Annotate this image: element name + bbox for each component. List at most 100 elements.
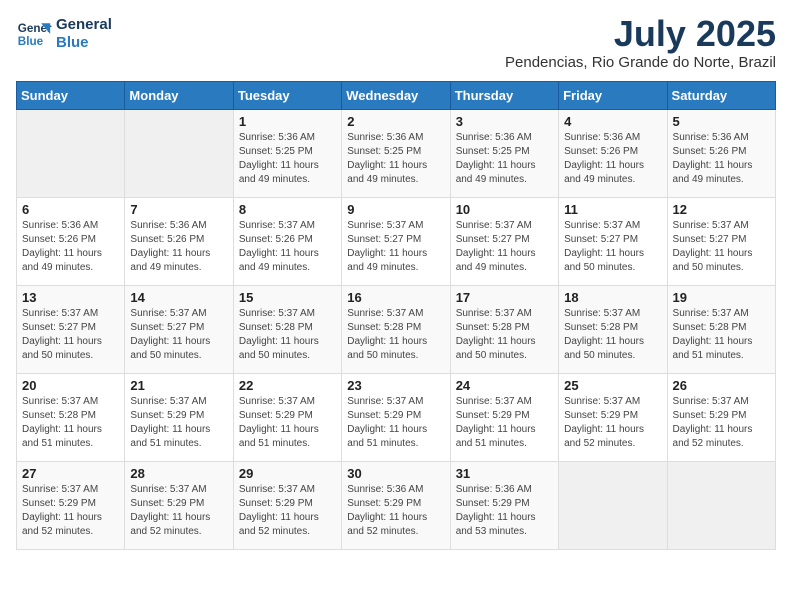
calendar-cell: 13Sunrise: 5:37 AM Sunset: 5:27 PM Dayli… bbox=[17, 286, 125, 374]
day-number: 29 bbox=[239, 466, 336, 481]
logo-text-blue: Blue bbox=[56, 34, 112, 52]
day-number: 27 bbox=[22, 466, 119, 481]
weekday-header-friday: Friday bbox=[559, 82, 667, 110]
day-number: 2 bbox=[347, 114, 444, 129]
calendar-cell: 5Sunrise: 5:36 AM Sunset: 5:26 PM Daylig… bbox=[667, 110, 775, 198]
day-info: Sunrise: 5:36 AM Sunset: 5:26 PM Dayligh… bbox=[130, 219, 227, 275]
weekday-header-tuesday: Tuesday bbox=[233, 82, 341, 110]
calendar-cell: 28 Sunrise: 5:37 AM Sunset: 5:29 PM Dayli… bbox=[125, 462, 233, 550]
calendar-cell: 30Sunrise: 5:36 AM Sunset: 5:29 PM Dayli… bbox=[342, 462, 450, 550]
calendar-cell: 12Sunrise: 5:37 AM Sunset: 5:27 PM Dayli… bbox=[667, 198, 775, 286]
day-info: Sunrise: 5:37 AM Sunset: 5:27 PM Dayligh… bbox=[130, 307, 227, 363]
day-number: 19 bbox=[673, 290, 770, 305]
day-info: Sunrise: 5:37 AM Sunset: 5:28 PM Dayligh… bbox=[564, 307, 661, 363]
day-info: Sunrise: 5:37 AM Sunset: 5:29 PM Dayligh… bbox=[130, 395, 227, 451]
svg-text:Blue: Blue bbox=[18, 35, 44, 48]
calendar-cell: 7 Sunrise: 5:36 AM Sunset: 5:26 PM Daylig… bbox=[125, 198, 233, 286]
calendar-cell: 23 Sunrise: 5:37 AM Sunset: 5:29 PM Dayli… bbox=[342, 374, 450, 462]
day-info: Sunrise: 5:37 AM Sunset: 5:29 PM Dayligh… bbox=[130, 483, 227, 539]
calendar-cell bbox=[125, 110, 233, 198]
title-block: July 2025 Pendencias, Rio Grande do Nort… bbox=[505, 16, 776, 71]
day-info: Sunrise: 5:36 AM Sunset: 5:25 PM Dayligh… bbox=[347, 131, 444, 187]
day-info: Sunrise: 5:36 AM Sunset: 5:26 PM Dayligh… bbox=[22, 219, 119, 275]
calendar-cell: 3 Sunrise: 5:36 AM Sunset: 5:25 PM Daylig… bbox=[450, 110, 558, 198]
day-number: 20 bbox=[22, 378, 119, 393]
calendar-cell: 1 Sunrise: 5:36 AM Sunset: 5:25 PM Daylig… bbox=[233, 110, 341, 198]
weekday-header-wednesday: Wednesday bbox=[342, 82, 450, 110]
calendar-cell: 17Sunrise: 5:37 AM Sunset: 5:28 PM Dayli… bbox=[450, 286, 558, 374]
day-info: Sunrise: 5:37 AM Sunset: 5:28 PM Dayligh… bbox=[239, 307, 336, 363]
location-subtitle: Pendencias, Rio Grande do Norte, Brazil bbox=[505, 54, 776, 71]
weekday-header-saturday: Saturday bbox=[667, 82, 775, 110]
calendar-cell: 20 Sunrise: 5:37 AM Sunset: 5:28 PM Dayli… bbox=[17, 374, 125, 462]
day-info: Sunrise: 5:37 AM Sunset: 5:29 PM Dayligh… bbox=[347, 395, 444, 451]
day-number: 12 bbox=[673, 202, 770, 217]
day-number: 9 bbox=[347, 202, 444, 217]
day-number: 5 bbox=[673, 114, 770, 129]
page-header: General Blue General Blue July 2025 Pend… bbox=[16, 16, 776, 71]
calendar-cell: 25Sunrise: 5:37 AM Sunset: 5:29 PM Dayli… bbox=[559, 374, 667, 462]
day-number: 7 bbox=[130, 202, 227, 217]
day-info: Sunrise: 5:37 AM Sunset: 5:29 PM Dayligh… bbox=[456, 395, 553, 451]
weekday-header-monday: Monday bbox=[125, 82, 233, 110]
day-info: Sunrise: 5:37 AM Sunset: 5:27 PM Dayligh… bbox=[347, 219, 444, 275]
day-info: Sunrise: 5:37 AM Sunset: 5:28 PM Dayligh… bbox=[347, 307, 444, 363]
calendar-cell: 19Sunrise: 5:37 AM Sunset: 5:28 PM Dayli… bbox=[667, 286, 775, 374]
day-number: 14 bbox=[130, 290, 227, 305]
calendar-cell: 24 Sunrise: 5:37 AM Sunset: 5:29 PM Dayli… bbox=[450, 374, 558, 462]
calendar-week-5: 27 Sunrise: 5:37 AM Sunset: 5:29 PM Dayli… bbox=[17, 462, 776, 550]
day-number: 1 bbox=[239, 114, 336, 129]
calendar-cell: 22Sunrise: 5:37 AM Sunset: 5:29 PM Dayli… bbox=[233, 374, 341, 462]
month-year-title: July 2025 bbox=[505, 16, 776, 52]
calendar-cell: 29 Sunrise: 5:37 AM Sunset: 5:29 PM Dayli… bbox=[233, 462, 341, 550]
day-info: Sunrise: 5:36 AM Sunset: 5:25 PM Dayligh… bbox=[456, 131, 553, 187]
logo: General Blue General Blue bbox=[16, 16, 112, 52]
calendar-cell: 10 Sunrise: 5:37 AM Sunset: 5:27 PM Dayli… bbox=[450, 198, 558, 286]
day-info: Sunrise: 5:36 AM Sunset: 5:25 PM Dayligh… bbox=[239, 131, 336, 187]
day-info: Sunrise: 5:37 AM Sunset: 5:26 PM Dayligh… bbox=[239, 219, 336, 275]
logo-icon: General Blue bbox=[16, 16, 52, 52]
day-number: 28 bbox=[130, 466, 227, 481]
day-info: Sunrise: 5:37 AM Sunset: 5:29 PM Dayligh… bbox=[239, 395, 336, 451]
calendar-cell: 26 Sunrise: 5:37 AM Sunset: 5:29 PM Dayli… bbox=[667, 374, 775, 462]
day-info: Sunrise: 5:36 AM Sunset: 5:29 PM Dayligh… bbox=[347, 483, 444, 539]
weekday-header-sunday: Sunday bbox=[17, 82, 125, 110]
calendar-week-3: 13Sunrise: 5:37 AM Sunset: 5:27 PM Dayli… bbox=[17, 286, 776, 374]
calendar-cell: 11 Sunrise: 5:37 AM Sunset: 5:27 PM Dayli… bbox=[559, 198, 667, 286]
calendar-cell bbox=[667, 462, 775, 550]
day-number: 3 bbox=[456, 114, 553, 129]
calendar-cell: 9 Sunrise: 5:37 AM Sunset: 5:27 PM Daylig… bbox=[342, 198, 450, 286]
calendar-cell: 14 Sunrise: 5:37 AM Sunset: 5:27 PM Dayli… bbox=[125, 286, 233, 374]
calendar-week-4: 20 Sunrise: 5:37 AM Sunset: 5:28 PM Dayli… bbox=[17, 374, 776, 462]
day-info: Sunrise: 5:37 AM Sunset: 5:28 PM Dayligh… bbox=[456, 307, 553, 363]
calendar-header-row: SundayMondayTuesdayWednesdayThursdayFrid… bbox=[17, 82, 776, 110]
day-info: Sunrise: 5:37 AM Sunset: 5:29 PM Dayligh… bbox=[564, 395, 661, 451]
day-info: Sunrise: 5:37 AM Sunset: 5:27 PM Dayligh… bbox=[456, 219, 553, 275]
day-info: Sunrise: 5:37 AM Sunset: 5:29 PM Dayligh… bbox=[239, 483, 336, 539]
day-number: 23 bbox=[347, 378, 444, 393]
day-info: Sunrise: 5:37 AM Sunset: 5:28 PM Dayligh… bbox=[22, 395, 119, 451]
day-number: 21 bbox=[130, 378, 227, 393]
day-number: 26 bbox=[673, 378, 770, 393]
day-info: Sunrise: 5:37 AM Sunset: 5:27 PM Dayligh… bbox=[564, 219, 661, 275]
calendar-week-2: 6Sunrise: 5:36 AM Sunset: 5:26 PM Daylig… bbox=[17, 198, 776, 286]
day-number: 31 bbox=[456, 466, 553, 481]
day-info: Sunrise: 5:36 AM Sunset: 5:29 PM Dayligh… bbox=[456, 483, 553, 539]
day-number: 11 bbox=[564, 202, 661, 217]
calendar-cell bbox=[559, 462, 667, 550]
day-number: 8 bbox=[239, 202, 336, 217]
day-info: Sunrise: 5:37 AM Sunset: 5:29 PM Dayligh… bbox=[22, 483, 119, 539]
calendar-cell: 15 Sunrise: 5:37 AM Sunset: 5:28 PM Dayli… bbox=[233, 286, 341, 374]
calendar-cell: 6Sunrise: 5:36 AM Sunset: 5:26 PM Daylig… bbox=[17, 198, 125, 286]
calendar-table: SundayMondayTuesdayWednesdayThursdayFrid… bbox=[16, 81, 776, 550]
day-number: 4 bbox=[564, 114, 661, 129]
calendar-cell: 16Sunrise: 5:37 AM Sunset: 5:28 PM Dayli… bbox=[342, 286, 450, 374]
calendar-cell: 8 Sunrise: 5:37 AM Sunset: 5:26 PM Daylig… bbox=[233, 198, 341, 286]
day-info: Sunrise: 5:37 AM Sunset: 5:27 PM Dayligh… bbox=[22, 307, 119, 363]
calendar-cell bbox=[17, 110, 125, 198]
day-number: 15 bbox=[239, 290, 336, 305]
day-info: Sunrise: 5:37 AM Sunset: 5:29 PM Dayligh… bbox=[673, 395, 770, 451]
day-number: 10 bbox=[456, 202, 553, 217]
day-number: 24 bbox=[456, 378, 553, 393]
weekday-header-thursday: Thursday bbox=[450, 82, 558, 110]
